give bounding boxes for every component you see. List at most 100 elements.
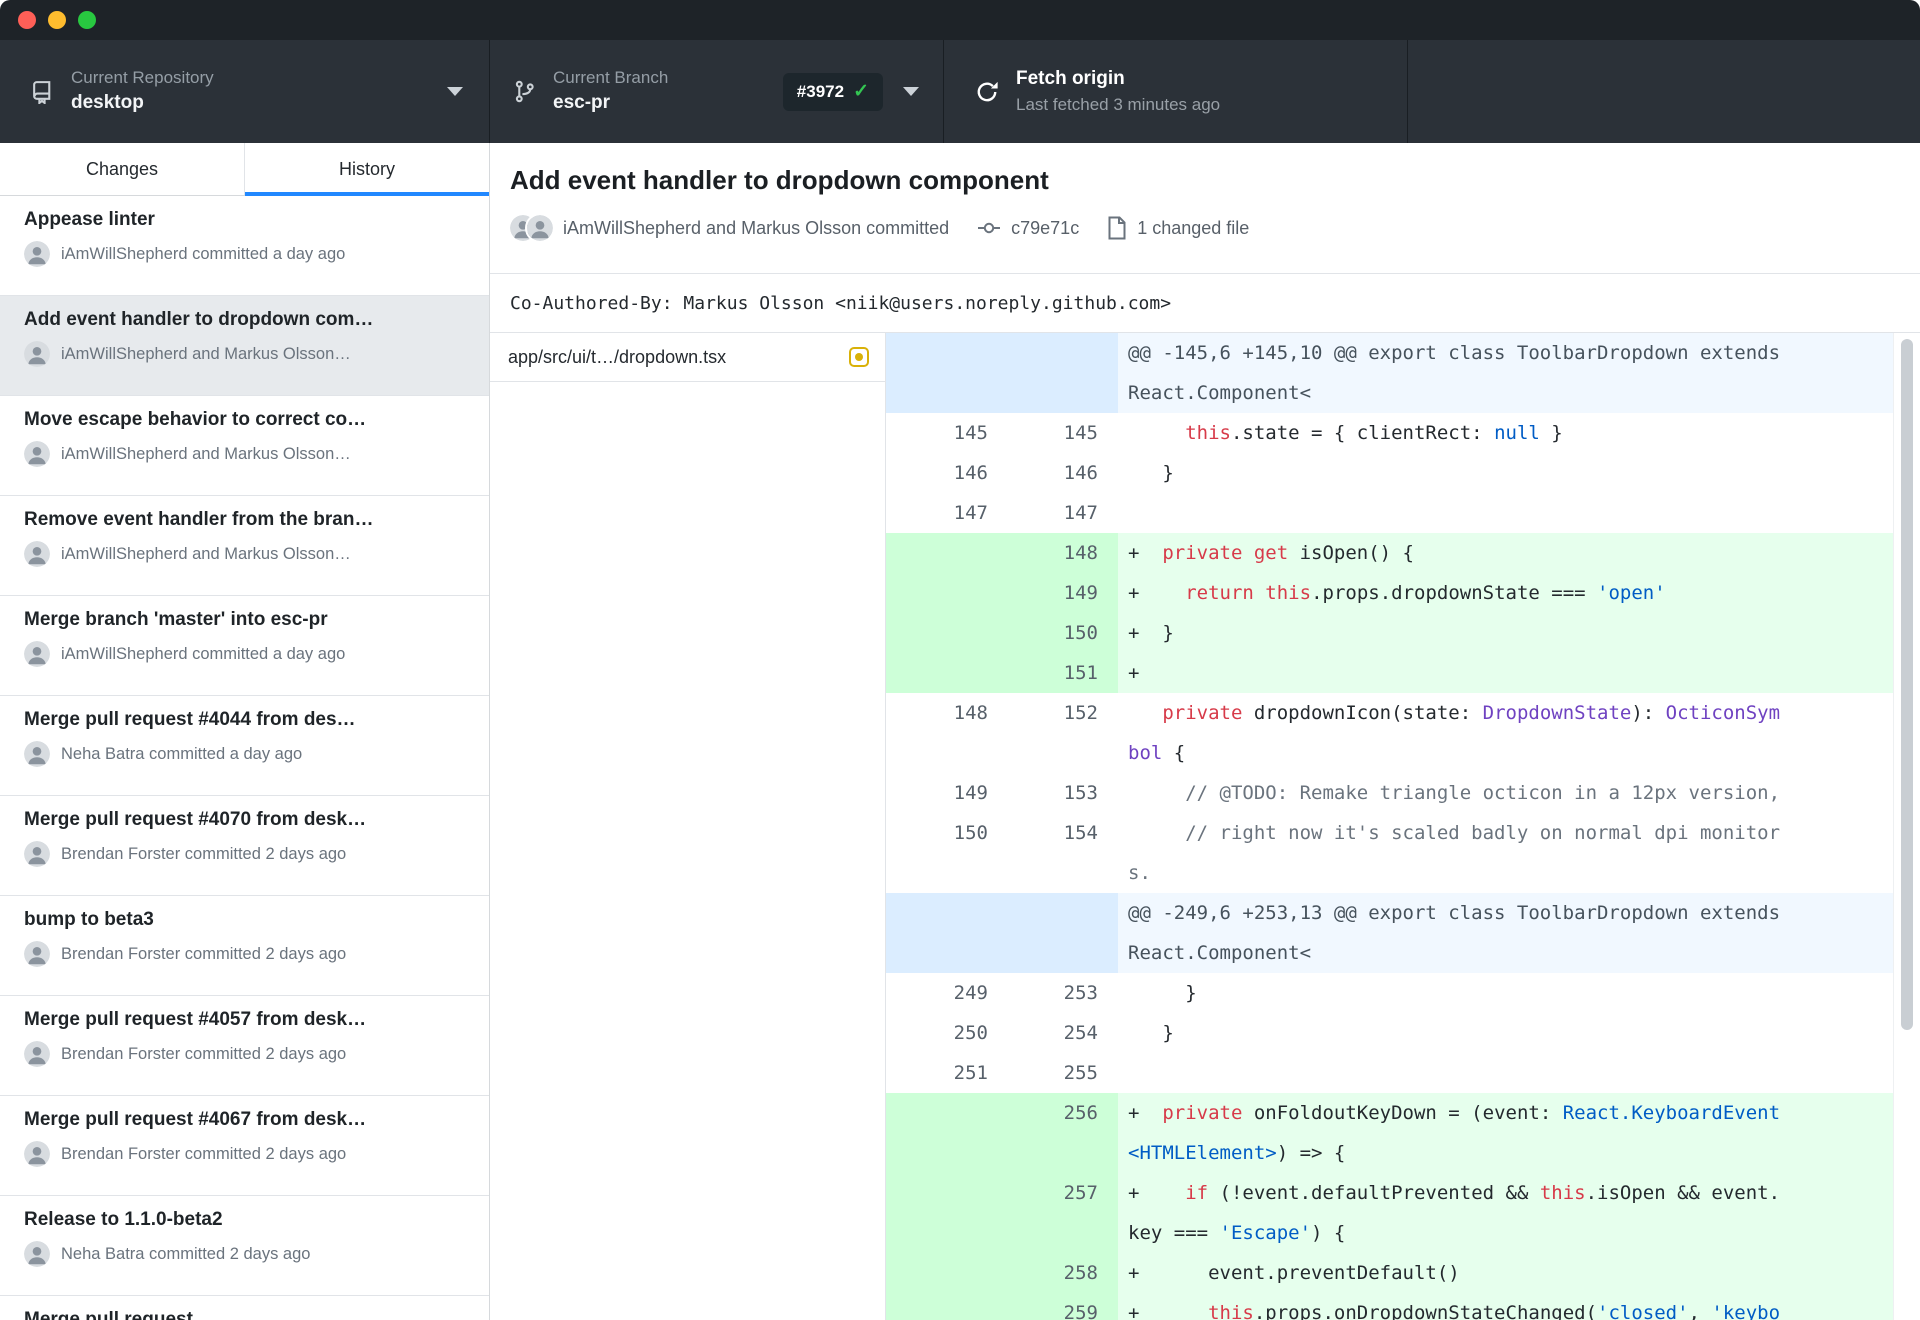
- diff-scrollbar[interactable]: [1893, 333, 1920, 1320]
- changed-files-list: app/src/ui/t…/dropdown.tsx: [490, 333, 886, 1320]
- diff-gutter-old: 250: [953, 1022, 988, 1044]
- diff-gutter-old: [886, 1093, 1008, 1173]
- diff-gutter: [886, 333, 1118, 413]
- diff-gutter-old: [886, 613, 1008, 653]
- commit-meta-row: iAmWillShepherd and Markus Olsson commit…: [510, 213, 1920, 243]
- minimize-window-button[interactable]: [48, 11, 66, 29]
- scrollbar-thumb[interactable]: [1901, 339, 1913, 1030]
- branch-name: esc-pr: [553, 92, 611, 114]
- tab-changes[interactable]: Changes: [0, 143, 245, 195]
- diff-line: 150 154 // right now it's scaled badly on…: [886, 813, 1893, 893]
- commit-list-item[interactable]: Merge pull request #4067 from desk… Brend…: [0, 1096, 489, 1196]
- avatar: [24, 941, 50, 967]
- zoom-window-button[interactable]: [78, 11, 96, 29]
- repository-dropdown-button[interactable]: Current Repository desktop: [0, 40, 490, 143]
- avatar: [24, 241, 50, 267]
- diff-code: // right now it's scaled badly on normal…: [1128, 822, 1781, 884]
- commit-list-item[interactable]: Remove event handler from the bran… iAmWi…: [0, 496, 489, 596]
- commit-item-meta: iAmWillShepherd committed a day ago: [24, 641, 469, 667]
- changed-file-icon: [1107, 216, 1127, 240]
- commit-item-title: Release to 1.1.0-beta2: [24, 1209, 223, 1230]
- commit-detail-pane: Add event handler to dropdown component …: [490, 143, 1920, 1320]
- avatar: [24, 741, 50, 767]
- diff-line: 251 255: [886, 1053, 1893, 1093]
- diff-code: private dropdownIcon(state: DropdownStat…: [1128, 702, 1781, 764]
- tab-history[interactable]: History: [245, 143, 489, 196]
- diff-gutter-old: 145: [953, 422, 988, 444]
- commit-item-meta-text: iAmWillShepherd committed a day ago: [61, 644, 346, 663]
- diff-gutter-new: 149: [1008, 573, 1118, 613]
- commit-list-item[interactable]: Merge branch 'master' into esc-pr iAmWill…: [0, 596, 489, 696]
- commit-list-item[interactable]: Move escape behavior to correct co… iAmWi…: [0, 396, 489, 496]
- branch-label: Current Branch: [553, 67, 669, 87]
- commit-list-item[interactable]: Add event handler to dropdown com… iAmWil…: [0, 296, 489, 396]
- diff-line: 259 + this.props.onDropdownStateChanged('…: [886, 1293, 1893, 1320]
- diff-gutter-new: 145: [1063, 422, 1098, 444]
- sidebar-tabs: Changes History: [0, 143, 489, 196]
- diff-gutter-new: 256: [1008, 1093, 1118, 1173]
- diff-gutter-new: 147: [1063, 502, 1098, 524]
- close-window-button[interactable]: [18, 11, 36, 29]
- repo-icon: [30, 79, 55, 104]
- changed-files-count: 1 changed file: [1137, 217, 1250, 238]
- commit-item-meta: Brendan Forster committed 2 days ago: [24, 841, 469, 867]
- diff-gutter-old: 147: [953, 502, 988, 524]
- git-branch-icon: [512, 79, 537, 104]
- commit-item-title: Appease linter: [24, 209, 155, 230]
- diff-line: 257 + if (!event.defaultPrevented && this…: [886, 1173, 1893, 1253]
- diff-lines: @@ -145,6 +145,10 @@ export class Toolba…: [886, 333, 1893, 1320]
- commit-list-item[interactable]: Merge pull request #4044 from des… Neha B…: [0, 696, 489, 796]
- history-sidebar: Changes History Appease linter iAmWillShe…: [0, 143, 490, 1320]
- fetch-subtitle: Last fetched 3 minutes ago: [1016, 94, 1221, 114]
- commit-item-meta: Brendan Forster committed 2 days ago: [24, 1041, 469, 1067]
- avatar: [24, 1241, 50, 1267]
- commit-item-title: Merge pull request…: [24, 1309, 212, 1320]
- diff-line: @@ -145,6 +145,10 @@ export class Toolba…: [886, 333, 1893, 413]
- committers-text: iAmWillShepherd and Markus Olsson commit…: [563, 217, 950, 238]
- diff-gutter-new: 255: [1063, 1062, 1098, 1084]
- commit-list-item[interactable]: Merge pull request #4057 from desk… Brend…: [0, 996, 489, 1096]
- avatar: [24, 1141, 50, 1167]
- commit-item-meta: Brendan Forster committed 2 days ago: [24, 1141, 469, 1167]
- diff-line: 148 152 private dropdownIcon(state: Dropd…: [886, 693, 1893, 773]
- diff-code: +: [1118, 653, 1893, 693]
- commit-item-meta: iAmWillShepherd and Markus Olsson…: [24, 441, 469, 467]
- diff-code: [1118, 493, 1893, 533]
- commit-item-meta: iAmWillShepherd committed a day ago: [24, 241, 469, 267]
- file-list-item[interactable]: app/src/ui/t…/dropdown.tsx: [490, 333, 885, 382]
- diff-line: 149 + return this.props.dropdownState ===…: [886, 573, 1893, 613]
- diff-line: @@ -249,6 +253,13 @@ export class Toolba…: [886, 893, 1893, 973]
- commit-item-title: Add event handler to dropdown com…: [24, 309, 374, 330]
- commit-item-meta: iAmWillShepherd and Markus Olsson…: [24, 541, 469, 567]
- diff-line: 249 253 }: [886, 973, 1893, 1013]
- window-titlebar: [0, 0, 1920, 40]
- diff-code: }: [1128, 1022, 1174, 1044]
- diff-code: + this.props.onDropdownStateChanged('clo…: [1118, 1293, 1893, 1320]
- diff-gutter-old: [886, 1293, 1008, 1320]
- diff-gutter: [886, 893, 1118, 973]
- commit-list-item[interactable]: Merge pull request #4070 from desk… Brend…: [0, 796, 489, 896]
- diff-gutter-new: 150: [1008, 613, 1118, 653]
- diff-line: 147 147: [886, 493, 1893, 533]
- repository-label: Current Repository: [71, 67, 214, 87]
- diff-gutter-new: 148: [1008, 533, 1118, 573]
- commit-item-meta-text: iAmWillShepherd and Markus Olsson…: [61, 344, 351, 363]
- diff-gutter-new: 146: [1063, 462, 1098, 484]
- diff-gutter-old: [886, 533, 1008, 573]
- diff-gutter-old: 148: [953, 702, 988, 724]
- commit-list-item[interactable]: Appease linter iAmWillShepherd committed …: [0, 196, 489, 296]
- commit-item-meta-text: iAmWillShepherd and Markus Olsson…: [61, 544, 351, 563]
- branch-dropdown-button[interactable]: Current Branch esc-pr #3972 ✓: [490, 40, 944, 143]
- fetch-origin-button[interactable]: Fetch origin Last fetched 3 minutes ago: [944, 40, 1408, 143]
- diff-code: [1118, 1053, 1893, 1093]
- commit-list-item[interactable]: Release to 1.1.0-beta2 Neha Batra committ…: [0, 1196, 489, 1296]
- commit-item-meta-text: Brendan Forster committed 2 days ago: [61, 1144, 347, 1163]
- commit-list-item[interactable]: bump to beta3 Brendan Forster committed 2…: [0, 896, 489, 996]
- commit-list-item[interactable]: Merge pull request…: [0, 1296, 489, 1320]
- diff-gutter-new: 258: [1008, 1253, 1118, 1293]
- diff-gutter-old: 149: [953, 782, 988, 804]
- check-icon: ✓: [853, 81, 869, 102]
- chevron-down-icon: [447, 87, 463, 96]
- commit-item-meta-text: iAmWillShepherd committed a day ago: [61, 244, 346, 263]
- diff-hunk-header: @@ -249,6 +253,13 @@ export class Toolba…: [1118, 893, 1893, 973]
